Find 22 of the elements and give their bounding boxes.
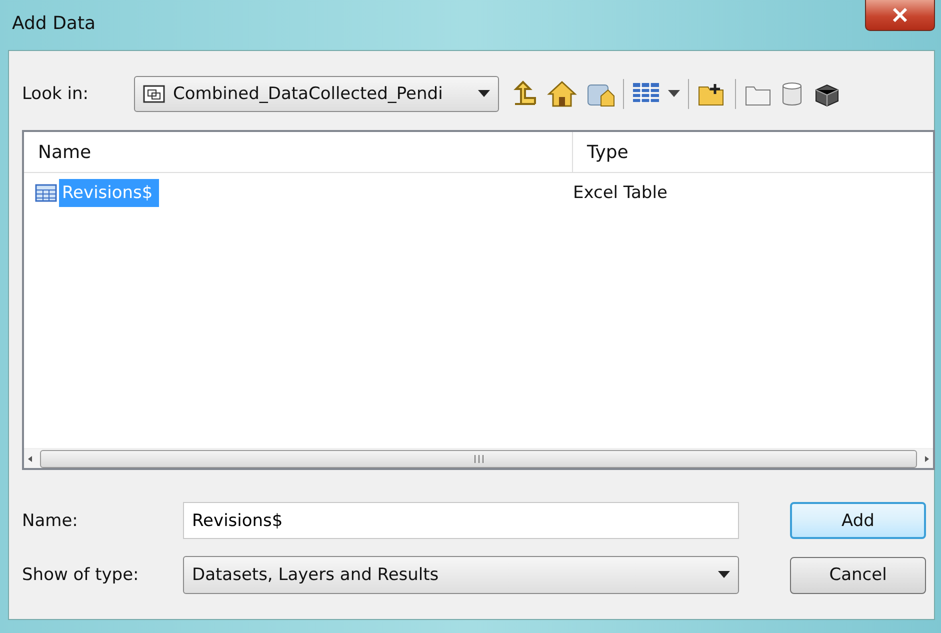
close-button[interactable] — [865, 0, 935, 31]
close-icon — [892, 8, 908, 22]
name-label: Name: — [22, 510, 79, 530]
horizontal-scrollbar[interactable] — [24, 448, 933, 468]
caret-icon — [478, 90, 490, 98]
window-title: Add Data — [12, 13, 96, 34]
look-in-label: Look in: — [22, 84, 90, 104]
grip-icon — [472, 454, 484, 464]
look-in-dropdown[interactable]: Combined_DataCollected_Pendi — [134, 76, 499, 112]
type-label: Show of type: — [22, 565, 140, 585]
type-dropdown[interactable]: Datasets, Layers and Results — [183, 556, 739, 594]
caret-icon[interactable] — [668, 90, 680, 98]
up-folder-icon[interactable] — [511, 80, 539, 108]
home-icon[interactable] — [547, 80, 577, 108]
file-type: Excel Table — [572, 183, 668, 203]
cancel-button[interactable]: Cancel — [790, 556, 926, 594]
column-header[interactable]: Type — [573, 132, 628, 172]
table-icon — [35, 184, 57, 202]
caret-icon — [718, 571, 730, 579]
add-button[interactable]: Add — [790, 502, 926, 539]
column-header[interactable]: Name — [24, 132, 573, 172]
name-field[interactable]: Revisions$ — [183, 502, 739, 539]
